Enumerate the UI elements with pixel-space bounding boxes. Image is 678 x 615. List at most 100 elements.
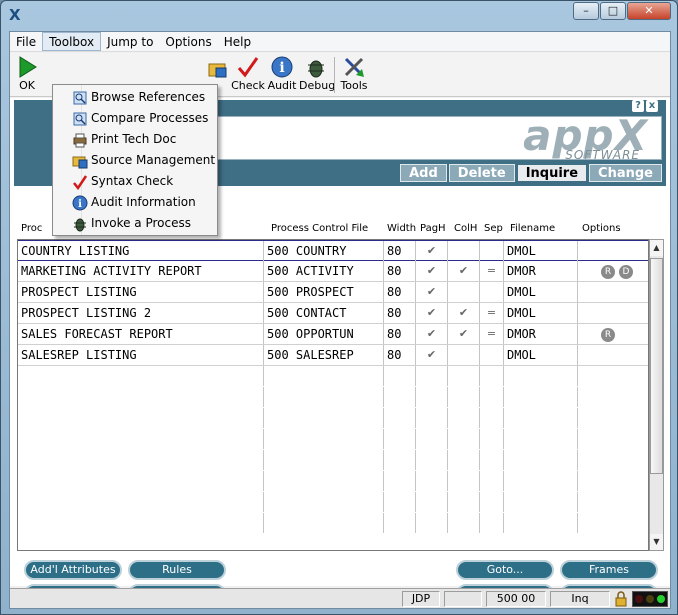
- empty-cell: [504, 471, 578, 491]
- info-icon: i: [271, 56, 293, 78]
- checkmark-icon: [237, 57, 259, 78]
- pagh-cell: ✔: [416, 345, 448, 365]
- empty-cell: [504, 408, 578, 428]
- table-row[interactable]: PROSPECT LISTING 500 PROSPECT 80 ✔ DMOL: [18, 282, 648, 303]
- mode-buttons: Add Delete Inquire Change: [398, 164, 662, 182]
- colh-cell: [448, 282, 480, 302]
- table-row[interactable]: MARKETING ACTIVITY REPORT 500 ACTIVITY 80 ✔…: [18, 261, 648, 282]
- empty-cell: [18, 492, 264, 512]
- option-badge[interactable]: D: [619, 264, 633, 279]
- filename-cell: DMOL: [504, 345, 578, 365]
- menu-compare-processes[interactable]: Compare Processes: [53, 108, 217, 129]
- colh-cell: ✔: [448, 261, 480, 281]
- menu-label: Invoke a Process: [91, 216, 191, 230]
- pagh-cell: ✔: [416, 241, 448, 261]
- empty-row: [18, 450, 648, 471]
- pagh-cell: ✔: [416, 303, 448, 323]
- width-cell: 80: [384, 241, 416, 261]
- menu-browse-references[interactable]: Browse References: [53, 87, 217, 108]
- check-tool-button[interactable]: Check: [231, 55, 265, 92]
- minimize-button[interactable]: –: [573, 2, 599, 20]
- colh-cell: ✔: [448, 324, 480, 344]
- filename-cell: DMOR: [504, 324, 578, 344]
- table-row[interactable]: COUNTRY LISTING 500 COUNTRY 80 ✔ DMOL: [18, 240, 648, 261]
- colh-cell: ✔: [448, 303, 480, 323]
- empty-row: [18, 408, 648, 429]
- menu-options[interactable]: Options: [159, 32, 217, 51]
- options-cell: RD: [578, 261, 648, 281]
- empty-cell: [384, 492, 416, 512]
- menu-audit-information[interactable]: i Audit Information: [53, 192, 217, 213]
- audit-tool-button[interactable]: i Audit: [265, 55, 299, 92]
- empty-cell: [448, 408, 480, 428]
- process-control-file-cell: 500 OPPORTUN: [264, 324, 384, 344]
- menu-file[interactable]: File: [10, 32, 42, 51]
- menu-help[interactable]: Help: [218, 32, 257, 51]
- table-row[interactable]: PROSPECT LISTING 2 500 CONTACT 80 ✔ ✔ = DMOL: [18, 303, 648, 324]
- delete-mode-button[interactable]: Delete: [448, 164, 515, 182]
- check-label: Check: [231, 79, 265, 92]
- menu-print-tech-doc[interactable]: Print Tech Doc: [53, 129, 217, 150]
- empty-cell: [264, 450, 384, 470]
- process-control-file-cell: 500 SALESREP: [264, 345, 384, 365]
- status-mode: Inq: [550, 591, 610, 607]
- sep-cell: =: [480, 303, 504, 323]
- menu-label: Print Tech Doc: [91, 132, 177, 146]
- pcf-file: CONTACT: [295, 306, 347, 320]
- add-mode-button[interactable]: Add: [400, 164, 447, 182]
- empty-cell: [416, 513, 448, 533]
- empty-cell: [18, 471, 264, 491]
- empty-cell: [416, 387, 448, 407]
- menu-syntax-check[interactable]: Syntax Check: [53, 171, 217, 192]
- close-window-button[interactable]: ✕: [627, 2, 671, 20]
- empty-cell: [18, 366, 264, 386]
- empty-row: [18, 513, 648, 534]
- empty-row: [18, 366, 648, 387]
- empty-cell: [480, 450, 504, 470]
- menu-toolbox[interactable]: Toolbox: [42, 32, 102, 51]
- process-name-cell: COUNTRY LISTING: [18, 241, 264, 261]
- scroll-down-icon[interactable]: ▼: [650, 534, 663, 550]
- menu-invoke-a-process[interactable]: Invoke a Process: [53, 213, 217, 234]
- option-badge[interactable]: R: [601, 264, 615, 279]
- ok-label: OK: [19, 79, 35, 92]
- scroll-thumb[interactable]: [650, 258, 663, 474]
- yellow-light-icon: [646, 595, 654, 603]
- tools-icon: [344, 57, 364, 77]
- source-folder-icon: [72, 156, 88, 169]
- col-process-control-file: Process Control File: [271, 223, 369, 234]
- table-row[interactable]: SALESREP LISTING 500 SALESREP 80 ✔ DMOL: [18, 345, 648, 366]
- empty-cell: [18, 513, 264, 533]
- change-mode-button[interactable]: Change: [589, 164, 662, 182]
- tools-tool-button[interactable]: Tools: [337, 55, 371, 92]
- width-cell: 80: [384, 345, 416, 365]
- empty-cell: [384, 450, 416, 470]
- maximize-button[interactable]: □: [600, 2, 626, 20]
- option-badge[interactable]: R: [601, 327, 615, 342]
- menu-source-management[interactable]: Source Management: [53, 150, 217, 171]
- empty-cell: [264, 408, 384, 428]
- col-sep: Sep: [484, 223, 503, 234]
- scroll-up-icon[interactable]: ▲: [650, 240, 663, 256]
- frames-button[interactable]: Frames: [560, 560, 658, 580]
- empty-row: [18, 429, 648, 450]
- empty-cell: [416, 450, 448, 470]
- menu-bar: File Toolbox Jump to Options Help: [10, 32, 670, 52]
- goto-button[interactable]: Goto...: [456, 560, 554, 580]
- table-row[interactable]: SALES FORECAST REPORT 500 OPPORTUN 80 ✔ ✔ = DM…: [18, 324, 648, 345]
- toolbar-separator: [334, 57, 335, 93]
- empty-cell: [504, 387, 578, 407]
- empty-cell: [416, 366, 448, 386]
- sep-cell: =: [480, 261, 504, 281]
- width-cell: 80: [384, 261, 416, 281]
- sep-cell: [480, 241, 504, 261]
- menu-jump-to[interactable]: Jump to: [101, 32, 159, 51]
- rules-button[interactable]: Rules: [128, 560, 226, 580]
- debug-tool-button[interactable]: Debug: [299, 55, 335, 92]
- addl-attributes-button[interactable]: Add'l Attributes: [24, 560, 122, 580]
- ok-tool-button[interactable]: OK: [10, 55, 44, 92]
- vertical-scrollbar[interactable]: ▲ ▼: [649, 239, 664, 551]
- empty-cell: [384, 408, 416, 428]
- colh-cell: [448, 241, 480, 261]
- inquire-mode-button[interactable]: Inquire: [516, 164, 588, 182]
